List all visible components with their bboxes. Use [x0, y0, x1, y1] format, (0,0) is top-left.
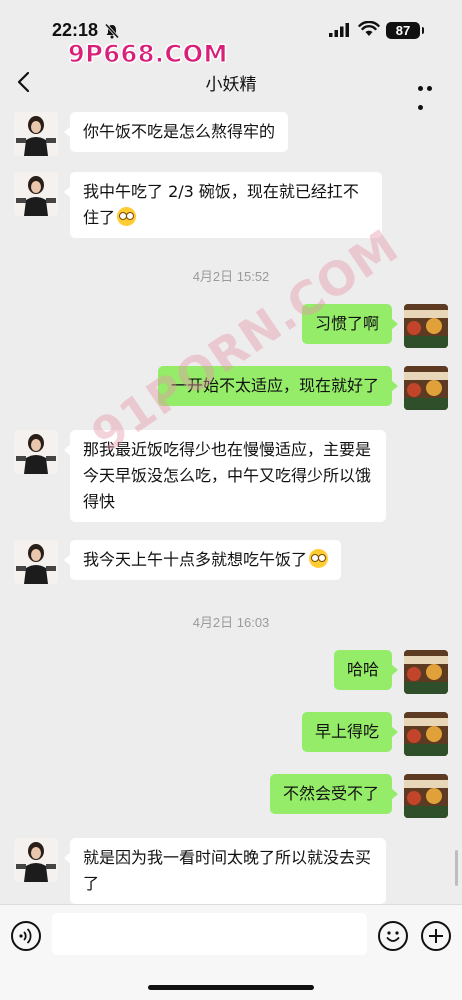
dizzy-face-emoji-icon	[309, 549, 329, 568]
avatar-contact[interactable]	[14, 430, 58, 474]
message-text: 早上得吃	[314, 722, 379, 741]
message-text: 就是因为我一看时间太晚了所以就没去买了	[83, 848, 372, 893]
wifi-icon	[358, 21, 380, 36]
message-text: 那我最近饭吃得少也在慢慢适应，主要是今天早饭没怎么吃，中午又吃得少所以饿得快	[83, 440, 372, 511]
message-bubble-received[interactable]: 你午饭不吃是怎么熬得牢的	[63, 112, 289, 152]
message-text: 不然会受不了	[282, 784, 379, 803]
message-bubble-sent[interactable]: 不然会受不了	[269, 774, 399, 814]
signal-icon	[329, 23, 349, 37]
battery-icon: 87	[386, 22, 424, 39]
voice-icon[interactable]	[11, 921, 41, 951]
chat-header: 小妖精	[0, 60, 462, 110]
timestamp: 4月2日 15:52	[192, 269, 270, 284]
message-text: 我今天上午十点多就想吃午饭了	[83, 550, 308, 569]
bell-mute-icon	[104, 23, 120, 39]
avatar-self[interactable]	[404, 650, 448, 694]
dizzy-face-emoji-icon	[117, 207, 137, 226]
message-bubble-received[interactable]: 我今天上午十点多就想吃午饭了	[63, 540, 342, 580]
plus-icon[interactable]	[421, 921, 451, 951]
avatar-self[interactable]	[404, 774, 448, 818]
chat-title: 小妖精	[205, 75, 257, 95]
message-bubble-received[interactable]: 我中午吃了 2/3 碗饭，现在就已经扛不住了	[64, 172, 382, 238]
avatar-contact[interactable]	[14, 172, 58, 216]
chat-messages[interactable]: 你午饭不吃是怎么熬得牢的 我中午吃了 2/3 碗饭，现在就已经扛不住了 4月2日…	[0, 104, 462, 904]
message-bubble-sent[interactable]: 一开始不太适应，现在就好了	[157, 366, 399, 406]
message-bubble-sent[interactable]: 习惯了啊	[301, 304, 399, 344]
more-dots-icon[interactable]	[418, 76, 444, 110]
message-input[interactable]	[52, 913, 367, 955]
avatar-contact[interactable]	[14, 838, 58, 882]
scrollbar[interactable]	[455, 850, 458, 886]
message-bubble-received[interactable]: 那我最近饭吃得少也在慢慢适应，主要是今天早饭没怎么吃，中午又吃得少所以饿得快	[64, 430, 386, 522]
avatar-contact[interactable]	[14, 112, 58, 156]
emoji-icon[interactable]	[378, 921, 408, 951]
message-bubble-sent[interactable]: 哈哈	[333, 650, 399, 690]
avatar-contact[interactable]	[14, 540, 58, 584]
status-time: 22:18	[52, 20, 99, 40]
message-bubble-sent[interactable]: 早上得吃	[301, 712, 399, 752]
avatar-self[interactable]	[404, 712, 448, 756]
home-indicator[interactable]	[148, 985, 314, 990]
message-text: 一开始不太适应，现在就好了	[170, 376, 379, 395]
message-text: 习惯了啊	[314, 314, 379, 333]
timestamp: 4月2日 16:03	[192, 615, 270, 630]
message-bubble-received[interactable]: 就是因为我一看时间太晚了所以就没去买了	[64, 838, 386, 904]
avatar-self[interactable]	[404, 366, 448, 410]
avatar-self[interactable]	[404, 304, 448, 348]
message-text: 你午饭不吃是怎么熬得牢的	[83, 122, 276, 141]
message-text: 哈哈	[346, 660, 379, 679]
